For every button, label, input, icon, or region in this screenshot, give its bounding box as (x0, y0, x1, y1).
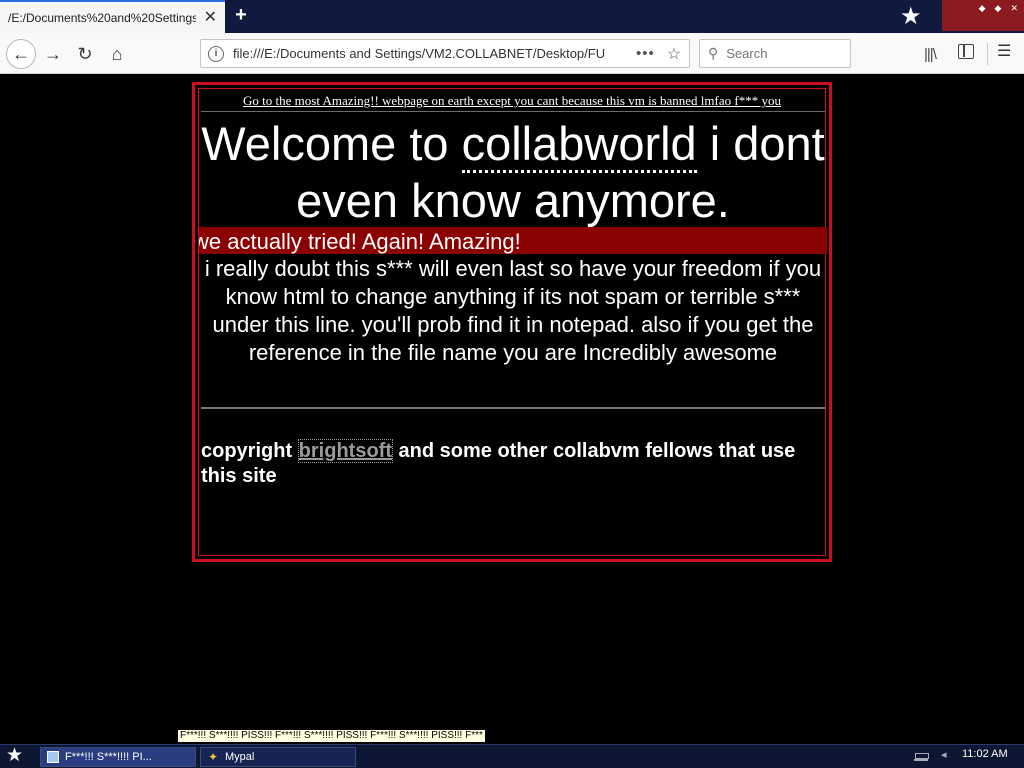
window-close-icon[interactable]: ✕ (1010, 3, 1018, 13)
url-text[interactable]: file:///E:/Documents and Settings/VM2.CO… (233, 46, 628, 61)
sidebar-icon[interactable] (958, 44, 974, 59)
page-viewport: Go to the most Amazing!! webpage on eart… (0, 74, 1024, 744)
library-icon[interactable]: |||\ (924, 46, 937, 63)
toolbar-divider (987, 43, 988, 65)
taskbar-item-browser[interactable]: F***!!! S***!!!! PI... (40, 747, 196, 767)
arrow-right-icon[interactable]: → (40, 41, 66, 67)
taskbar-tooltip: F***!!! S***!!!! PISS!!! F***!!! S***!!!… (177, 729, 486, 743)
home-icon[interactable]: ⌂ (104, 41, 130, 67)
hamburger-icon[interactable]: ☰ (997, 44, 1011, 60)
clock[interactable]: 11:02 AM (962, 748, 1008, 760)
window-controls: ★ ◆ ◆ ✕ (900, 0, 1024, 31)
reload-icon[interactable]: ↻ (72, 41, 98, 67)
taskbar: ★ F***!!! S***!!!! PI... ✦ Mypal (0, 744, 1024, 768)
arrow-left-icon[interactable]: ← (6, 39, 36, 69)
network-icon[interactable] (914, 749, 929, 761)
page-frame: Go to the most Amazing!! webpage on eart… (192, 82, 832, 562)
speaker-icon[interactable]: ◂ (941, 748, 947, 761)
star-icon[interactable]: ☆ (667, 44, 681, 64)
brightsoft-link[interactable]: brightsoft (297, 439, 393, 463)
marquee-text: we actually tried! Again! Amazing! (199, 229, 521, 254)
marquee-banner: we actually tried! Again! Amazing! (199, 227, 827, 254)
tab-active[interactable]: /E:/Documents%20and%20Settings/V ✕ (0, 0, 225, 33)
window-star-icon: ★ (900, 3, 922, 30)
info-icon[interactable]: i (208, 45, 224, 62)
minimize-icon[interactable]: ◆ (979, 3, 986, 13)
close-icon[interactable]: ✕ (204, 10, 217, 26)
browser-window-icon (47, 751, 59, 763)
horizontal-rule (201, 407, 825, 409)
tab-strip: /E:/Documents%20and%20Settings/V ✕ + ★ ◆… (0, 0, 1024, 33)
taskbar-item-label: Mypal (225, 751, 255, 763)
maximize-icon[interactable]: ◆ (995, 3, 1002, 13)
star-icon[interactable]: ★ (6, 746, 23, 766)
welcome-prefix: Welcome to (201, 117, 462, 170)
body-paragraph: i really doubt this s*** will even last … (204, 256, 822, 365)
copyright-prefix: copyright (201, 440, 298, 462)
new-tab-button[interactable]: + (231, 5, 251, 25)
tab-title: /E:/Documents%20and%20Settings/V (8, 10, 196, 25)
url-bar[interactable]: i file:///E:/Documents and Settings/VM2.… (200, 39, 690, 68)
search-input[interactable] (726, 46, 837, 61)
search-box[interactable]: ⚲ (699, 39, 851, 68)
collabworld-link[interactable]: collabworld (461, 117, 697, 173)
ellipsis-icon[interactable]: ••• (636, 45, 655, 62)
taskbar-item-label: F***!!! S***!!!! PI... (65, 751, 152, 763)
top-divider (201, 111, 825, 112)
search-icon: ⚲ (708, 45, 719, 61)
welcome-heading: Welcome to collabworld i dont even know … (199, 115, 827, 229)
top-link[interactable]: Go to the most Amazing!! webpage on eart… (201, 93, 823, 109)
mypal-icon: ✦ (207, 750, 219, 764)
copyright-text: copyright brightsoft and some other coll… (201, 439, 801, 489)
taskbar-item-mypal[interactable]: ✦ Mypal (200, 747, 356, 767)
nav-toolbar: ← → ↻ ⌂ i file:///E:/Documents and Setti… (0, 33, 1024, 74)
page-frame-inner: Go to the most Amazing!! webpage on eart… (198, 88, 827, 556)
